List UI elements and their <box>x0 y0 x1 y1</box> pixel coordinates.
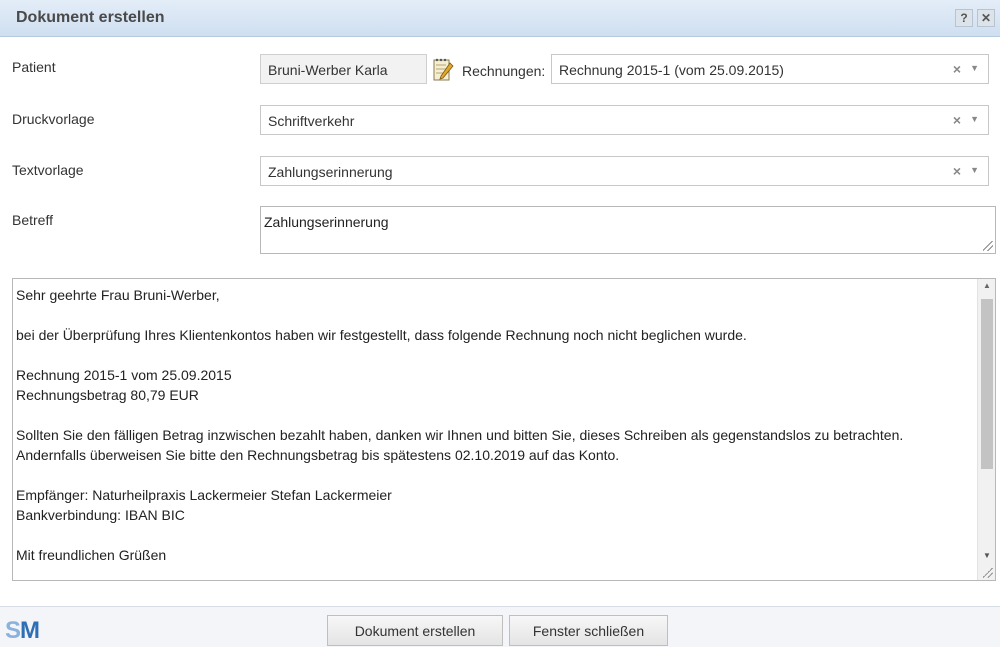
chevron-down-icon[interactable]: ▼ <box>970 114 979 124</box>
chevron-down-icon[interactable]: ▼ <box>970 63 979 73</box>
rechnungen-select[interactable]: Rechnung 2015-1 (vom 25.09.2015) × ▼ <box>551 54 989 84</box>
patient-value: Bruni-Werber Karla <box>268 62 388 78</box>
druckvorlage-value: Schriftverkehr <box>268 113 355 129</box>
letter-body-editor[interactable]: Sehr geehrte Frau Bruni-Werber, bei der Ü… <box>12 278 996 581</box>
sm-logo: SM <box>5 617 40 644</box>
dialog-title-bar: Dokument erstellen ? ✕ <box>0 0 1000 37</box>
resize-handle-icon[interactable] <box>983 568 993 578</box>
textvorlage-select[interactable]: Zahlungserinnerung × ▼ <box>260 156 989 186</box>
body-line: Rechnungsbetrag 80,79 EUR <box>16 387 199 403</box>
resize-handle-icon[interactable] <box>983 241 993 251</box>
scrollbar-thumb[interactable] <box>981 299 993 469</box>
close-dialog-button[interactable]: Fenster schließen <box>509 615 668 646</box>
vertical-scrollbar[interactable]: ▲ ▼ <box>977 279 995 580</box>
textvorlage-value: Zahlungserinnerung <box>268 164 393 180</box>
dialog-title: Dokument erstellen <box>16 9 165 26</box>
scroll-up-icon[interactable]: ▲ <box>978 281 996 290</box>
patient-label: Patient <box>12 59 56 75</box>
body-line <box>16 405 903 425</box>
chevron-down-icon[interactable]: ▼ <box>970 165 979 175</box>
body-line <box>16 465 903 485</box>
betreff-label: Betreff <box>12 212 53 228</box>
body-line: Andernfalls überweisen Sie bitte den Rec… <box>16 447 620 463</box>
body-line: Mit freundlichen Grüßen <box>16 547 167 563</box>
rechnungen-label: Rechnungen: <box>462 63 546 79</box>
body-line: Sollten Sie den fälligen Betrag inzwisch… <box>16 427 904 443</box>
body-line: Sehr geehrte Frau Bruni-Werber, <box>16 287 220 303</box>
druckvorlage-label: Druckvorlage <box>12 111 95 127</box>
body-line <box>16 345 903 365</box>
body-line: bei der Überprüfung Ihres Klientenkontos… <box>16 327 747 343</box>
druckvorlage-select[interactable]: Schriftverkehr × ▼ <box>260 105 989 135</box>
body-line: Empfänger: Naturheilpraxis Lackermeier S… <box>16 487 392 503</box>
body-line <box>16 305 903 325</box>
help-button[interactable]: ? <box>955 9 973 27</box>
clear-druckvorlage-icon[interactable]: × <box>953 112 961 128</box>
dialog-footer: SM Dokument erstellen Fenster schließen <box>0 606 1000 647</box>
body-line: Rechnung 2015-1 vom 25.09.2015 <box>16 367 232 383</box>
patient-field[interactable]: Bruni-Werber Karla <box>260 54 427 84</box>
close-window-button[interactable]: ✕ <box>977 9 995 27</box>
body-line: Bankverbindung: IBAN BIC <box>16 507 185 523</box>
body-line <box>16 525 903 545</box>
notepad-pencil-icon[interactable] <box>432 57 454 83</box>
betreff-input[interactable]: Zahlungserinnerung <box>260 206 996 254</box>
betreff-value: Zahlungserinnerung <box>264 214 389 230</box>
clear-textvorlage-icon[interactable]: × <box>953 163 961 179</box>
rechnungen-value: Rechnung 2015-1 (vom 25.09.2015) <box>559 62 784 78</box>
letter-body-text: Sehr geehrte Frau Bruni-Werber, bei der Ü… <box>16 285 903 565</box>
scroll-down-icon[interactable]: ▼ <box>978 551 996 560</box>
textvorlage-label: Textvorlage <box>12 162 84 178</box>
create-document-button[interactable]: Dokument erstellen <box>327 615 503 646</box>
clear-rechnungen-icon[interactable]: × <box>953 61 961 77</box>
